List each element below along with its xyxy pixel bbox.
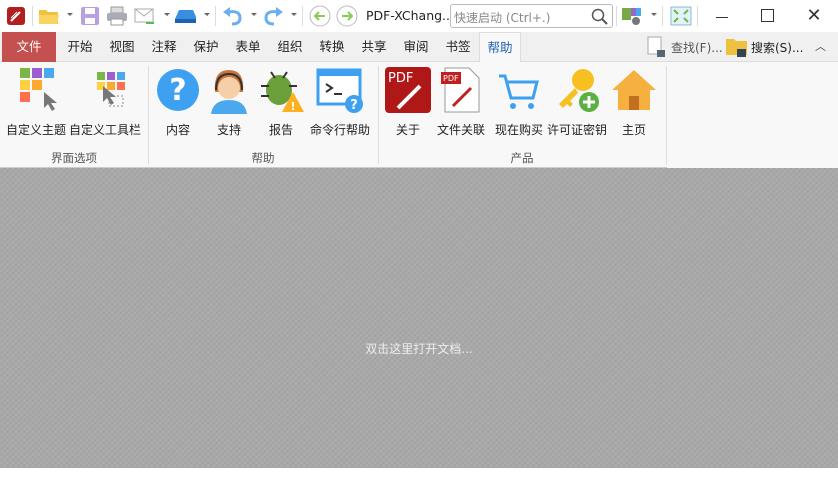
support-agent-icon [211,70,247,114]
tab-home[interactable]: 开始 [62,32,98,62]
scan-icon[interactable] [174,5,196,27]
file-association-button[interactable]: PDF 文件关联 [434,66,488,138]
support-label: 支持 [216,123,241,137]
home-icon [612,70,656,110]
homepage-label: 主页 [621,123,646,137]
bug-report-icon: ! [261,71,304,113]
find-icon [647,36,665,57]
ui-options-icon[interactable] [621,5,643,27]
svg-text:!: ! [290,100,295,113]
contents-button[interactable]: ? 内容 [154,66,202,138]
license-key-icon [559,69,599,112]
shopping-cart-icon [499,74,539,109]
fullscreen-icon[interactable] [670,5,692,27]
email-icon[interactable] [134,5,156,27]
homepage-button[interactable]: 主页 [610,66,658,138]
customize-toolbar-label: 自定义工具栏 [68,123,141,137]
about-label: 关于 [395,123,420,137]
window-title: PDF-XChang.. [366,8,451,23]
report-label: 报告 [268,123,293,137]
group-label-ui-options: 界面选项 [51,151,97,165]
save-icon[interactable] [79,5,101,27]
undo-icon[interactable] [222,5,244,27]
quick-launch-input[interactable]: 快速启动 (Ctrl+.) [450,4,613,28]
svg-text:?: ? [350,98,358,113]
search-icon[interactable] [591,8,608,25]
customize-theme-button[interactable]: 自定义主题 [2,66,70,138]
search-label: 搜索(S)... [751,41,804,55]
quick-launch-placeholder: 快速启动 (Ctrl+.) [454,11,551,25]
command-line-icon: ? [316,68,363,113]
svg-text:PDF: PDF [388,71,413,86]
redo-icon[interactable] [262,5,284,27]
report-button[interactable]: ! 报告 [257,66,305,138]
tab-file[interactable]: 文件 [2,32,56,62]
open-folder-icon[interactable] [38,5,60,27]
contents-label: 内容 [165,123,190,137]
collapse-ribbon-icon[interactable]: ︿ [815,38,826,54]
help-question-icon: ? [157,69,199,111]
tab-form[interactable]: 表单 [230,32,266,62]
buy-now-button[interactable]: 现在购买 [494,66,544,138]
customize-theme-label: 自定义主题 [5,123,66,137]
find-label: 查找(F)... [671,41,723,55]
tab-bookmarks[interactable]: 书签 [440,32,476,62]
tab-share[interactable]: 共享 [356,32,392,62]
group-label-help: 帮助 [251,151,275,165]
svg-text:PDF: PDF [443,74,459,83]
about-button[interactable]: PDF 关于 [384,66,432,138]
tab-convert[interactable]: 转换 [314,32,350,62]
command-line-help-label: 命令行帮助 [309,123,370,137]
customize-toolbar-button[interactable]: 自定义工具栏 [68,66,142,138]
license-key-button[interactable]: 许可证密钥 [546,66,608,138]
buy-now-label: 现在购买 [494,123,543,137]
document-workspace[interactable]: 双击这里打开文档... [0,168,838,468]
back-icon[interactable] [309,5,331,27]
tab-help[interactable]: 帮助 [479,32,521,63]
title-bar: PDF-XChang.. 快速启动 (Ctrl+.) ✕ [0,0,838,32]
ribbon-tabs: 文件 开始 视图 注释 保护 表单 组织 转换 共享 审阅 书签 帮助 查找(F… [0,32,838,63]
toolbar-icon [97,72,125,107]
theme-icon [20,68,57,111]
find-button[interactable]: 查找(F)... [646,36,724,58]
forward-icon[interactable] [336,5,358,27]
search-folder-icon [726,39,747,57]
tab-review[interactable]: 审阅 [398,32,434,62]
close-button[interactable]: ✕ [802,4,826,28]
open-document-hint[interactable]: 双击这里打开文档... [0,340,838,357]
svg-text:?: ? [169,73,186,108]
pdf-logo-icon: PDF [385,67,431,113]
tab-view[interactable]: 视图 [104,32,140,62]
file-association-icon: PDF [441,67,480,113]
minimize-button[interactable] [710,6,734,26]
support-button[interactable]: 支持 [205,66,253,138]
ribbon: 自定义主题 自定义工具栏 界面选项 ? 内容 支持 ! 报告 ? 命令行帮助 帮… [0,62,838,168]
license-key-label: 许可证密钥 [546,123,607,137]
maximize-button[interactable] [756,6,780,26]
group-label-product: 产品 [510,151,534,165]
file-association-label: 文件关联 [436,123,485,137]
app-logo-icon[interactable] [5,5,27,27]
search-button[interactable]: 搜索(S)... [725,36,805,58]
tab-comment[interactable]: 注释 [146,32,182,62]
print-icon[interactable] [106,5,128,27]
tab-protect[interactable]: 保护 [188,32,224,62]
command-line-help-button[interactable]: ? 命令行帮助 [307,66,373,138]
tab-organize[interactable]: 组织 [272,32,308,62]
